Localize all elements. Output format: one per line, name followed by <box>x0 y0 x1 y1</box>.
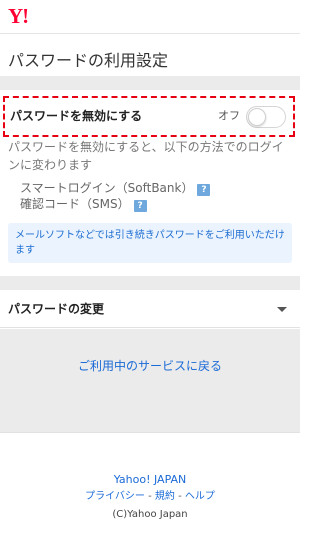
notice-box: メールソフトなどでは引き続きパスワードをご利用いただけます <box>8 223 292 263</box>
footer-separator: - <box>174 491 185 502</box>
help-icon[interactable]: ? <box>133 200 147 212</box>
terms-link[interactable]: 規約 <box>155 491 175 502</box>
footer-brand-link[interactable]: Yahoo! JAPAN <box>0 473 300 487</box>
chevron-down-icon <box>277 307 287 312</box>
toggle-knob <box>248 108 266 126</box>
help-link[interactable]: ヘルプ <box>185 491 215 502</box>
footer: Yahoo! JAPAN プライバシー - 規約 - ヘルプ (C)Yahoo … <box>0 432 300 533</box>
help-icon[interactable]: ? <box>197 184 211 196</box>
method-label: スマートログイン（SoftBank） <box>20 181 194 195</box>
method-sms-code: 確認コード（SMS）? <box>20 196 147 212</box>
section-divider <box>0 276 300 290</box>
footer-links: プライバシー - 規約 - ヘルプ <box>0 490 300 504</box>
header: Y! <box>0 0 300 34</box>
setting-description: パスワードを無効にすると、以下の方法でのログインに変わります <box>8 140 284 172</box>
password-change-label: パスワードの変更 <box>8 302 105 316</box>
disable-password-toggle[interactable] <box>246 106 286 128</box>
privacy-link[interactable]: プライバシー <box>85 491 145 502</box>
toggle-state-text: オフ <box>218 109 240 122</box>
content-background <box>0 329 300 432</box>
page: Y! パスワードの利用設定 パスワードを無効にする オフ パスワードを無効にする… <box>0 0 300 533</box>
method-label: 確認コード（SMS） <box>20 197 130 211</box>
copyright: (C)Yahoo Japan <box>112 509 188 520</box>
password-change-row[interactable]: パスワードの変更 <box>0 290 300 328</box>
disable-password-label: パスワードを無効にする <box>10 109 143 123</box>
settings-card: パスワードを無効にする オフ パスワードを無効にすると、以下の方法でのログインに… <box>0 90 300 276</box>
page-title: パスワードの利用設定 <box>8 51 169 70</box>
back-to-service-link[interactable]: ご利用中のサービスに戻る <box>0 357 300 375</box>
method-smart-login: スマートログイン（SoftBank）? <box>20 180 211 196</box>
footer-separator: - <box>144 491 155 502</box>
yahoo-logo[interactable]: Y! <box>8 5 29 27</box>
section-divider <box>0 76 300 90</box>
